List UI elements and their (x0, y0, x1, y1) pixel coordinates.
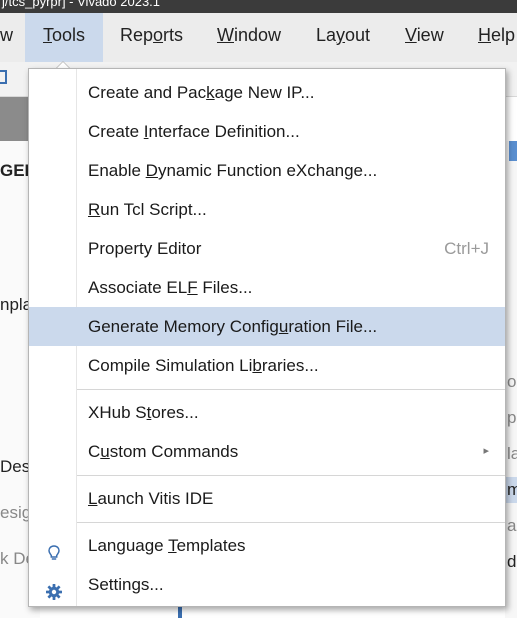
bg-text: ai (507, 516, 517, 535)
bg-text: GEI (0, 161, 30, 180)
menu-item-launch-vitis[interactable]: Launch Vitis IDE (29, 479, 505, 518)
menu-item-label: Run Tcl Script... (88, 200, 207, 219)
window-title: j/tcs_pyrpr] - Vivado 2023.1 (2, 0, 161, 9)
menu-label: w (0, 25, 13, 45)
menu-label: Tools (42, 25, 86, 45)
menu-item-language-templates[interactable]: Language Templates (29, 526, 505, 565)
menu-help[interactable]: Help (478, 13, 515, 62)
menu-item-enable-dfx[interactable]: Enable Dynamic Function eXchange... (29, 151, 505, 190)
menu-item-create-interface-definition[interactable]: Create Interface Definition... (29, 112, 505, 151)
menu-separator (77, 522, 505, 523)
bg-text: m (507, 480, 517, 499)
bg-text: pl (507, 408, 517, 427)
toolbar-icon[interactable] (0, 70, 7, 84)
menu-item-property-editor[interactable]: Property Editor Ctrl+J (29, 229, 505, 268)
submenu-arrow-icon: ▸ (483, 445, 489, 457)
menu-layout[interactable]: Layout (316, 13, 370, 62)
menu-item-label: Generate Memory Configuration File... (88, 317, 378, 336)
menu-item-label: Create and Package New IP... (88, 83, 315, 102)
menu-item-label: Launch Vitis IDE (88, 489, 214, 508)
menu-item-label: Enable Dynamic Function eXchange... (88, 161, 378, 180)
menu-label: View (405, 25, 444, 45)
menu-item-create-package-ip[interactable]: Create and Package New IP... (29, 73, 505, 112)
menu-item-settings[interactable]: Settings... (29, 565, 505, 604)
menu-item-run-tcl-script[interactable]: Run Tcl Script... (29, 190, 505, 229)
right-panel-accent (509, 141, 517, 161)
bg-text: op (507, 372, 517, 391)
bg-text: d (507, 552, 517, 571)
bg-text: la (507, 444, 517, 463)
menu-item-xhub-stores[interactable]: XHub Stores... (29, 393, 505, 432)
menu-separator (77, 389, 505, 390)
menu-item-custom-commands[interactable]: Custom Commands ▸ (29, 432, 505, 471)
menu-item-generate-memory-config[interactable]: Generate Memory Configuration File... (29, 307, 505, 346)
menu-label: Help (478, 25, 516, 45)
shortcut-label: Ctrl+J (444, 239, 489, 258)
menu-separator (77, 475, 505, 476)
menu-label: Layout (316, 25, 371, 45)
menu-item-associate-elf[interactable]: Associate ELF Files... (29, 268, 505, 307)
menu-item-label: Create Interface Definition... (88, 122, 300, 141)
title-bar: j/tcs_pyrpr] - Vivado 2023.1 (0, 0, 517, 13)
menu-item-label: Settings... (88, 575, 164, 594)
menu-item-label: Associate ELF Files... (88, 278, 253, 297)
menu-item-label: Property Editor (88, 239, 202, 258)
menu-label: Window (217, 25, 282, 45)
menu-item-label: Language Templates (88, 536, 246, 555)
menu-item-label: Compile Simulation Libraries... (88, 356, 319, 375)
menu-window[interactable]: Window (217, 13, 281, 62)
tools-dropdown-menu: Create and Package New IP... Create Inte… (28, 68, 506, 607)
menu-tools[interactable]: Tools (25, 13, 103, 62)
menu-view[interactable]: View (405, 13, 444, 62)
menu-bar: w Tools Reports Window Layout View Help (0, 13, 517, 62)
menu-item-label: Custom Commands (88, 442, 239, 461)
menu-item-label: XHub Stores... (88, 403, 199, 422)
menu-reports[interactable]: Reports (120, 13, 183, 62)
menu-item-compile-sim-libraries[interactable]: Compile Simulation Libraries... (29, 346, 505, 385)
menu-item-truncated[interactable]: w (0, 13, 13, 62)
lightbulb-icon (45, 537, 63, 560)
gear-icon (45, 576, 63, 600)
menu-label: Reports (120, 25, 184, 45)
bg-text: esig (0, 503, 32, 522)
